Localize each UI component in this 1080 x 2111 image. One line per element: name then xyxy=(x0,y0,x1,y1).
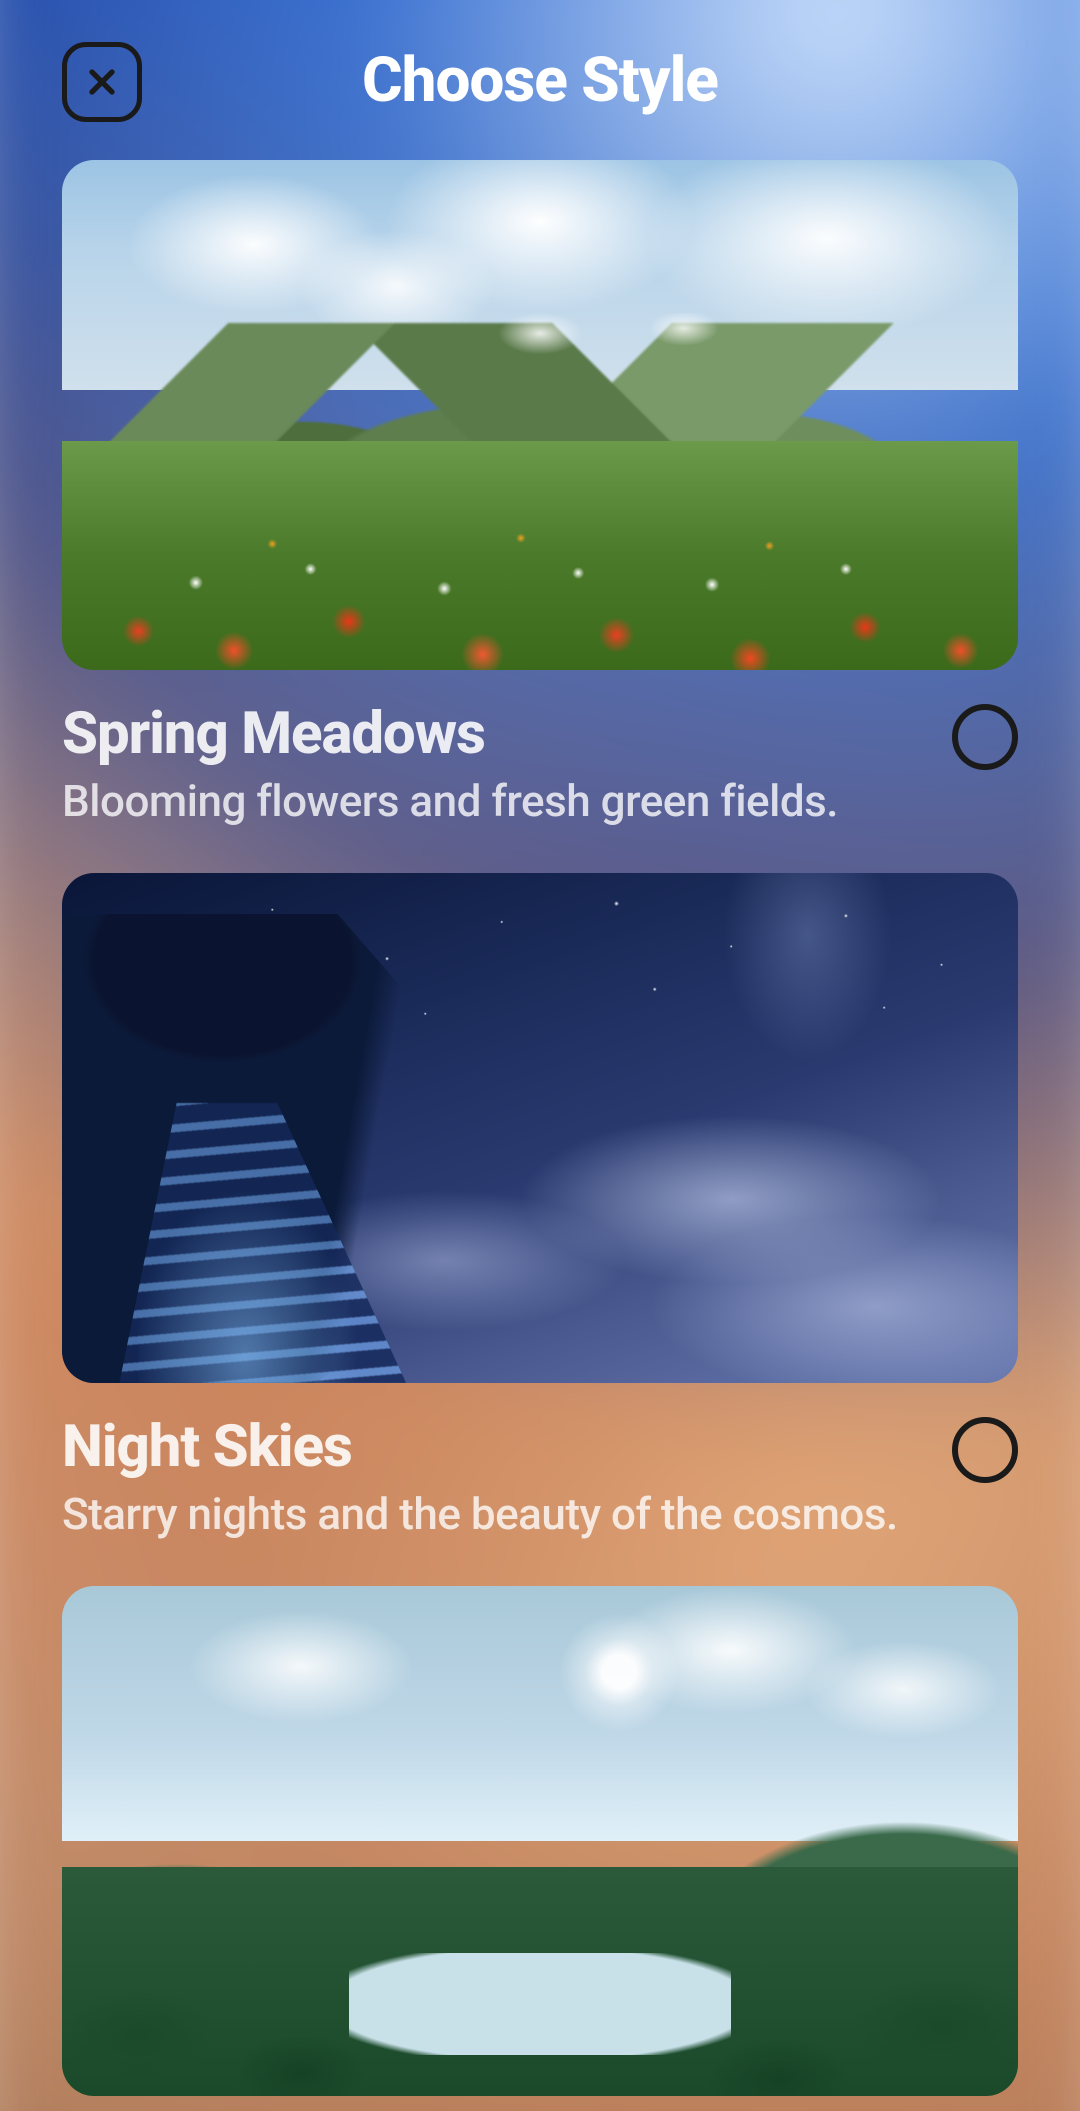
style-card-night-skies[interactable]: Night Skies Starry nights and the beauty… xyxy=(62,873,1018,1542)
style-meta: Night Skies Starry nights and the beauty… xyxy=(62,1383,1018,1542)
style-radio-spring-meadows[interactable] xyxy=(952,704,1018,770)
style-title: Night Skies xyxy=(62,1413,928,1481)
style-meta: Spring Meadows Blooming flowers and fres… xyxy=(62,670,1018,829)
style-description: Starry nights and the beauty of the cosm… xyxy=(62,1487,928,1542)
header: Choose Style xyxy=(62,0,1018,160)
style-card-spring-meadows[interactable]: Spring Meadows Blooming flowers and fres… xyxy=(62,160,1018,829)
close-button[interactable] xyxy=(62,42,142,122)
style-preview-image xyxy=(62,1586,1018,2096)
close-icon xyxy=(82,62,122,102)
style-text: Spring Meadows Blooming flowers and fres… xyxy=(62,700,928,829)
style-card-tropical[interactable] xyxy=(62,1586,1018,2096)
page-title: Choose Style xyxy=(362,44,718,117)
style-picker-sheet: Choose Style Spring Meadows Blooming flo… xyxy=(0,0,1080,2111)
style-description: Blooming flowers and fresh green fields. xyxy=(62,774,928,829)
style-list: Spring Meadows Blooming flowers and fres… xyxy=(62,160,1018,2096)
style-title: Spring Meadows xyxy=(62,700,928,768)
style-text: Night Skies Starry nights and the beauty… xyxy=(62,1413,928,1542)
style-preview-image xyxy=(62,873,1018,1383)
style-preview-image xyxy=(62,160,1018,670)
style-radio-night-skies[interactable] xyxy=(952,1417,1018,1483)
